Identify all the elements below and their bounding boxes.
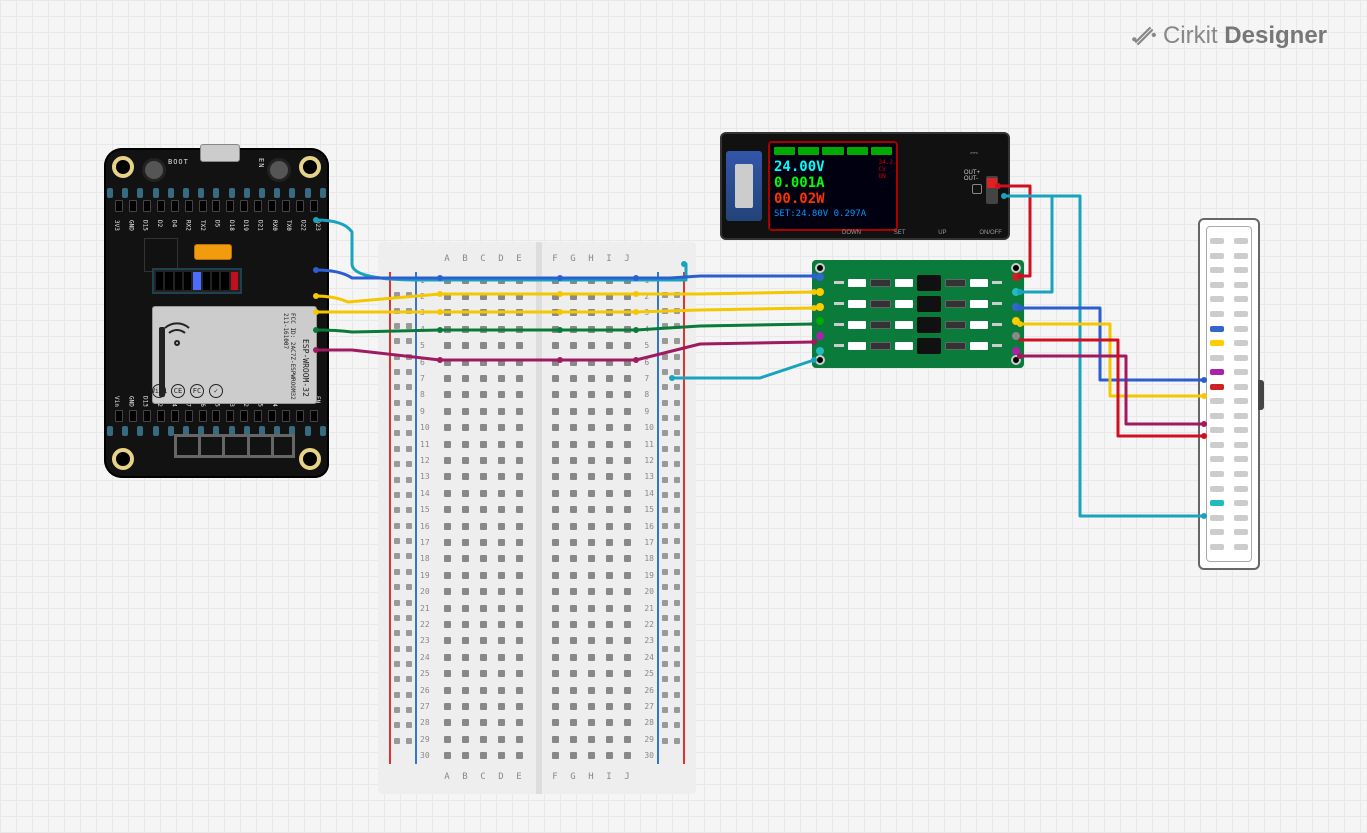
mount-hole [299, 448, 321, 470]
pm-btn-labels: DOWNSETUPON/OFF [842, 230, 1002, 236]
esp32-board[interactable]: BOOT EN 3V3GNDD15D2D4RX2TX2D5D18D19D21RX… [104, 148, 329, 478]
brand-logo: Cirkit Designer [1131, 22, 1327, 50]
led-bar [152, 268, 242, 294]
shield-sub-text: FCC ID: 2AC7Z-ESPWROOM32 211-161007 [282, 313, 296, 400]
mount-hole [299, 156, 321, 178]
circuit-canvas[interactable]: Cirkit Designer BOOT EN 3V3GNDD15D2D4RX2… [0, 0, 1367, 833]
pm-voltage: 24.00V [774, 159, 892, 175]
row-nums-left: 1234567891011121314151617181920212223242… [420, 272, 430, 764]
en-button[interactable] [267, 158, 291, 182]
rail-pins-right [660, 288, 682, 748]
pinrow-outer-top [104, 188, 329, 200]
capacitor [194, 244, 232, 260]
mount-hole [112, 448, 134, 470]
col-hdrb-left: ABCDE [438, 772, 528, 782]
power-rail-right[interactable] [650, 258, 692, 778]
pin-labels-top: 3V3GNDD15D2D4RX2TX2D5D18D19D21RX0TX0D22D… [113, 220, 321, 230]
tie-rows-right[interactable]: FGHIJ FGHIJ 1234567891011121314151617181… [546, 272, 636, 764]
pcb-antenna [174, 434, 295, 458]
usb-icon: ⎓ [970, 148, 978, 159]
row-nums-right: 1234567891011121314151617181920212223242… [644, 272, 654, 764]
pm-out-port [972, 184, 982, 194]
pm-power: 00.02W [774, 191, 892, 207]
pm-set: SET:24.80V 0.297A [774, 209, 892, 219]
micro-usb-port [200, 144, 240, 162]
en-label: EN [257, 158, 265, 168]
connector-pins-right[interactable] [1234, 234, 1248, 554]
pm-display: 24.00V 0.001A 00.02W SET:24.80V 0.297A 3… [768, 141, 898, 231]
pin-header-bot[interactable] [114, 410, 319, 426]
pm-current: 0.001A [774, 175, 892, 191]
ls-input-pins[interactable] [814, 270, 826, 358]
center-gap [536, 242, 542, 794]
col-hdrb-right: FGHIJ [546, 772, 636, 782]
pm-temp: 34.2 CV ON [879, 159, 893, 180]
pin-header-top[interactable] [114, 200, 319, 216]
boot-button[interactable] [142, 158, 166, 182]
ls-output-pins[interactable] [1010, 270, 1022, 358]
ls-opto-chips [834, 274, 1002, 354]
out-labels: OUT+ OUT- [964, 170, 980, 182]
breadboard[interactable]: ABCDE ABCDE 1234567891011121314151617181… [378, 242, 696, 794]
logo-icon [1131, 23, 1157, 49]
shield-main-text: ESP-WROOM-32 [301, 339, 310, 397]
header-connector[interactable] [1198, 218, 1260, 570]
tie-pins-left [438, 272, 528, 764]
col-hdr-left: ABCDE [438, 254, 528, 264]
connector-pins-left[interactable] [1210, 234, 1224, 554]
usb-a-port [726, 151, 762, 221]
usb-serial-chip [144, 238, 178, 272]
pm-switch[interactable] [986, 176, 998, 204]
usb-power-meter[interactable]: U⚡B 24.00V 0.001A 00.02W SET:24.80V 0.29… [720, 132, 1010, 240]
connector-tab [1258, 380, 1264, 410]
boot-label: BOOT [168, 158, 189, 166]
tie-pins-right [546, 272, 636, 764]
wifi-icon [161, 315, 193, 347]
rail-pins-left [392, 288, 414, 748]
power-rail-left[interactable] [382, 258, 424, 778]
tie-rows-left[interactable]: ABCDE ABCDE 1234567891011121314151617181… [438, 272, 528, 764]
mount-hole [112, 156, 134, 178]
brand-text: Cirkit Designer [1163, 22, 1327, 50]
certification-badges: WiFiCEFC✓ [152, 384, 223, 398]
level-shifter-board[interactable] [812, 260, 1024, 368]
col-hdr-right: FGHIJ [546, 254, 636, 264]
